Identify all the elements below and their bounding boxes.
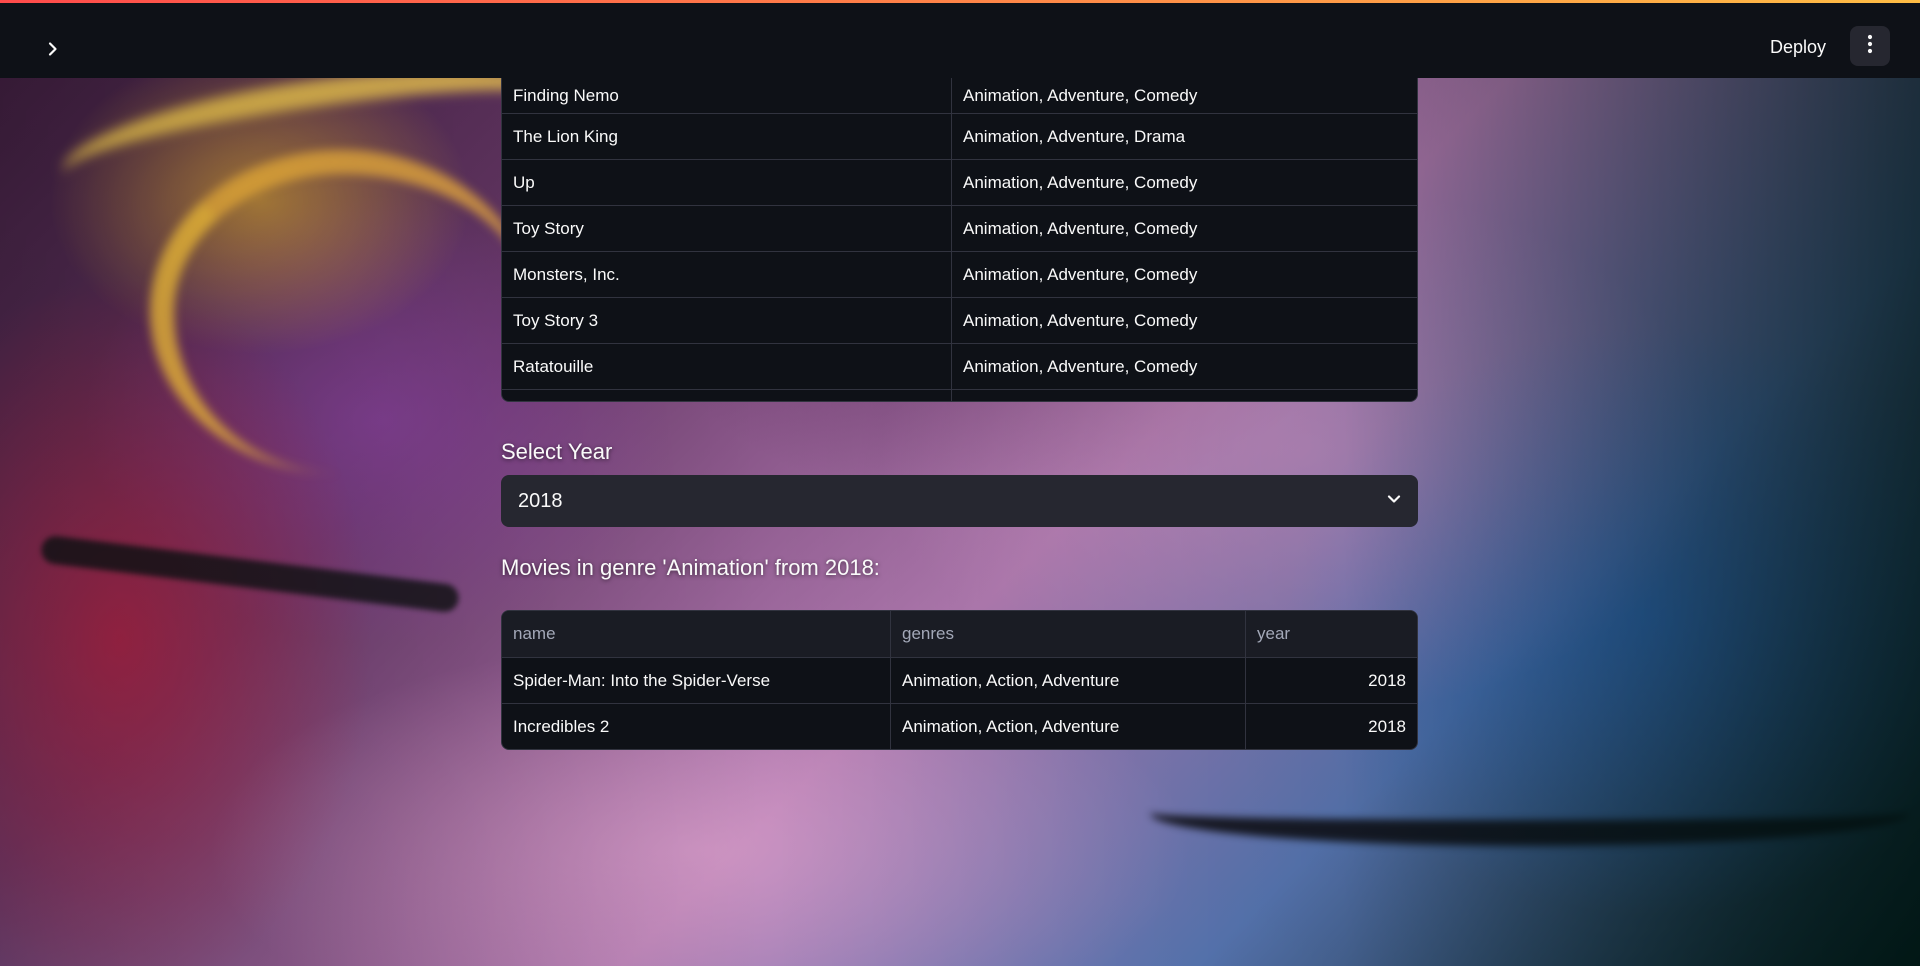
table-cell-genres[interactable]: Animation, Adventure, Comedy [951, 344, 1417, 389]
table-cell-name[interactable]: Up [502, 160, 951, 205]
table-cell-name[interactable]: Finding Nemo [502, 78, 951, 113]
main-content: Finding Nemo Animation, Adventure, Comed… [501, 78, 1418, 750]
table-cell-name[interactable]: Toy Story 3 [502, 298, 951, 343]
chevron-down-icon [1386, 490, 1402, 513]
table-header-row: name genres year [502, 611, 1417, 658]
movies-table[interactable]: Finding Nemo Animation, Adventure, Comed… [501, 78, 1418, 402]
table-row[interactable]: Finding Nemo Animation, Adventure, Comed… [502, 78, 1417, 114]
table-cell-name[interactable]: Toy Story [502, 206, 951, 251]
table-cell-genres[interactable]: Animation, Adventure, Comedy [951, 298, 1417, 343]
table-row[interactable]: Incredibles 2 Animation, Action, Adventu… [502, 704, 1417, 749]
table-cell-genres[interactable]: Animation, Action [951, 390, 1417, 401]
top-decoration-bar [0, 0, 1920, 3]
main-menu-button[interactable] [1850, 26, 1890, 66]
table-cell-name[interactable]: Incredibles 2 [502, 704, 890, 749]
table-row[interactable]: Up Animation, Adventure, Comedy [502, 160, 1417, 206]
table-row[interactable]: Toy Story Animation, Adventure, Comedy [502, 206, 1417, 252]
deploy-label: Deploy [1769, 36, 1826, 57]
table-cell-year[interactable]: 2018 [1245, 658, 1417, 703]
column-header-year[interactable]: year [1245, 611, 1417, 657]
app-header: Deploy [0, 0, 1920, 78]
year-select[interactable]: 2018 [501, 475, 1418, 527]
table-row[interactable]: Ratatouille Animation, Adventure, Comedy [502, 344, 1417, 390]
table-cell-name[interactable]: Spider-Man: Into the Spider-Verse [502, 658, 890, 703]
background-neon [150, 150, 534, 474]
table-cell-name[interactable]: Ratatouille [502, 344, 951, 389]
table-row[interactable]: Monsters, Inc. Animation, Adventure, Com… [502, 252, 1417, 298]
table-cell-genres[interactable]: Animation, Adventure, Comedy [951, 78, 1417, 113]
background-cable [1150, 780, 1910, 846]
table-row[interactable]: Spider-Man Animation, Action [502, 390, 1417, 401]
table-cell-genres[interactable]: Animation, Adventure, Comedy [951, 160, 1417, 205]
table-row[interactable]: The Lion King Animation, Adventure, Dram… [502, 114, 1417, 160]
sidebar-toggle-button[interactable] [38, 36, 68, 66]
background-cable [39, 534, 461, 614]
table-cell-genres[interactable]: Animation, Adventure, Comedy [951, 252, 1417, 297]
table-row[interactable]: Spider-Man: Into the Spider-Verse Animat… [502, 658, 1417, 704]
table-cell-name[interactable]: Monsters, Inc. [502, 252, 951, 297]
column-header-name[interactable]: name [502, 611, 890, 657]
table-cell-genres[interactable]: Animation, Action, Adventure [890, 658, 1245, 703]
vertical-dots-icon [1867, 34, 1873, 59]
deploy-button[interactable]: Deploy [1758, 28, 1838, 66]
results-heading: Movies in genre 'Animation' from 2018: [501, 555, 880, 580]
table-cell-genres[interactable]: Animation, Adventure, Comedy [951, 206, 1417, 251]
table-cell-name[interactable]: Spider-Man [502, 390, 951, 401]
results-table[interactable]: name genres year Spider-Man: Into the Sp… [501, 610, 1418, 750]
table-cell-genres[interactable]: Animation, Action, Adventure [890, 704, 1245, 749]
table-cell-name[interactable]: The Lion King [502, 114, 951, 159]
year-select-value: 2018 [518, 489, 563, 512]
year-select-label: Select Year [501, 439, 613, 464]
chevron-right-icon [45, 41, 61, 62]
table-cell-year[interactable]: 2018 [1245, 704, 1417, 749]
table-row[interactable]: Toy Story 3 Animation, Adventure, Comedy [502, 298, 1417, 344]
table-cell-genres[interactable]: Animation, Adventure, Drama [951, 114, 1417, 159]
column-header-genres[interactable]: genres [890, 611, 1245, 657]
